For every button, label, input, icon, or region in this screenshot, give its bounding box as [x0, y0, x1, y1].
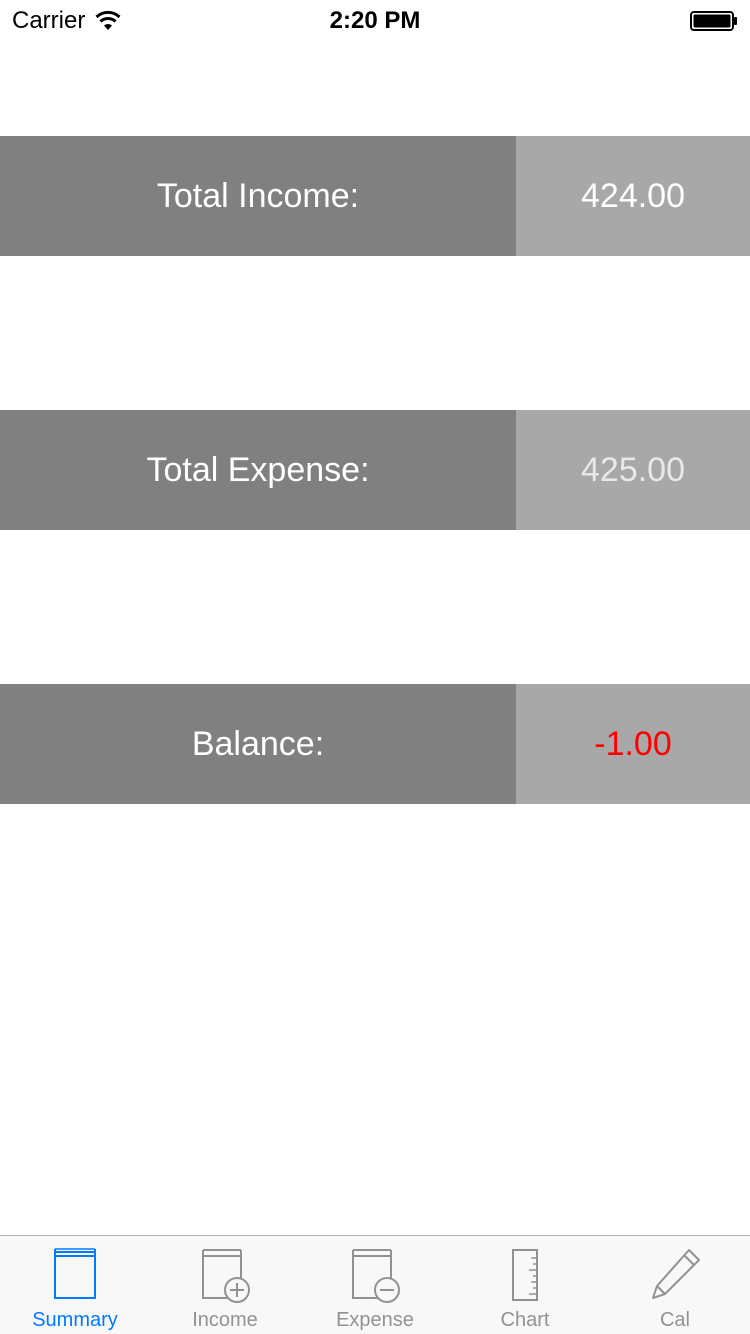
tab-bar: Summary Income Expense Chart Cal — [0, 1235, 750, 1334]
book-plus-icon — [202, 1249, 250, 1303]
income-value-cell: 424.00 — [516, 136, 750, 256]
tab-label-chart: Chart — [500, 1309, 550, 1331]
income-label: Total Income: — [156, 176, 360, 215]
ruler-icon — [512, 1249, 538, 1301]
clock: 2:20 PM — [329, 7, 421, 34]
expense-row: Total Expense: 425.00 — [0, 410, 750, 530]
tab-cal[interactable]: Cal — [600, 1236, 750, 1334]
tab-label-summary: Summary — [32, 1309, 118, 1331]
balance-label-cell: Balance: — [0, 684, 516, 804]
income-value: 424.00 — [581, 176, 685, 215]
tab-income[interactable]: Income — [150, 1236, 300, 1334]
expense-value-cell: 425.00 — [516, 410, 750, 530]
balance-label: Balance: — [191, 724, 325, 763]
tab-label-cal: Cal — [659, 1309, 690, 1331]
tab-summary[interactable]: Summary — [0, 1236, 150, 1334]
income-row: Total Income: 424.00 — [0, 136, 750, 256]
battery-icon — [690, 11, 737, 31]
book-icon — [54, 1248, 96, 1299]
tab-chart[interactable]: Chart — [450, 1236, 600, 1334]
pencil-icon — [652, 1249, 700, 1299]
tab-label-expense: Expense — [336, 1309, 414, 1331]
balance-value-cell: -1.00 — [516, 684, 750, 804]
balance-row: Balance: -1.00 — [0, 684, 750, 804]
balance-value: -1.00 — [594, 724, 672, 763]
expense-label: Total Expense: — [146, 450, 370, 489]
tab-expense[interactable]: Expense — [300, 1236, 450, 1334]
expense-label-cell: Total Expense: — [0, 410, 516, 530]
tab-label-income: Income — [192, 1309, 258, 1331]
book-minus-icon — [352, 1249, 400, 1303]
income-label-cell: Total Income: — [0, 136, 516, 256]
expense-value: 425.00 — [581, 450, 685, 489]
status-bar: Carrier 2:20 PM — [0, 0, 750, 40]
